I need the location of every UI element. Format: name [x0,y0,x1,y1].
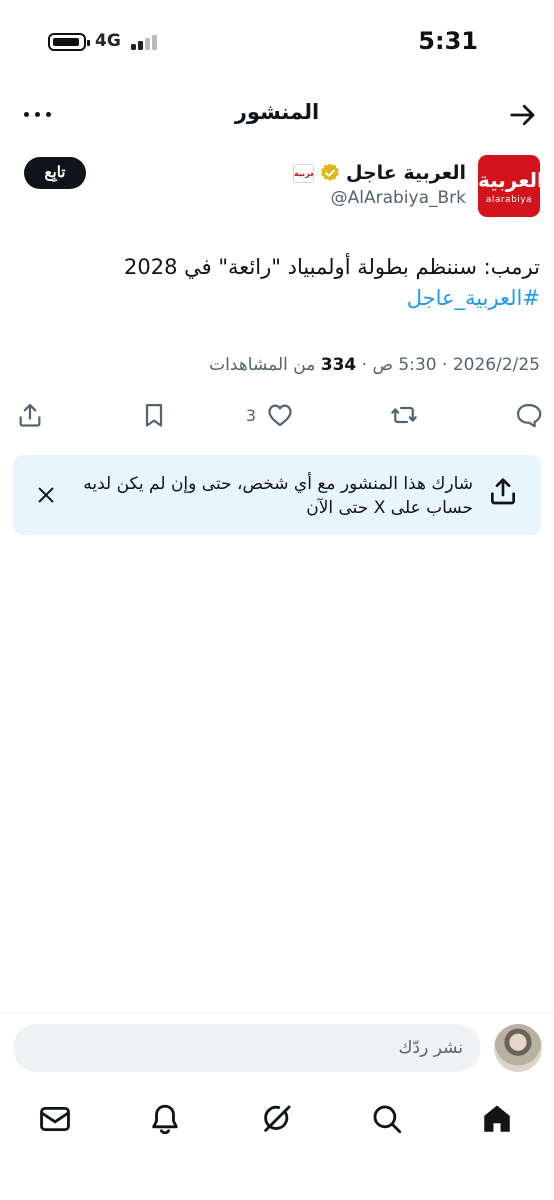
header: المنشور [0,90,554,140]
follow-button[interactable]: تابِع [24,157,86,189]
author-name-row: العربية عاجل العربية [293,158,466,188]
post-time: 5:30 ص [372,355,437,375]
grok-icon [264,1105,291,1132]
share-icon [19,403,41,427]
avatar-logo-ar: العربية [478,168,540,192]
post-date: 2026/2/25 [452,355,540,375]
like-count: 3 [245,405,256,425]
upload-icon [491,478,515,505]
tab-search[interactable] [370,1102,404,1136]
share-banner[interactable]: شارك هذا المنشور مع أي شخص، حتى وإن لم ي… [13,455,541,535]
bottom-tab-bar [0,1092,554,1144]
home-icon [484,1105,510,1132]
bell-icon [152,1104,178,1135]
share-button[interactable] [16,398,44,432]
tab-grok[interactable] [260,1102,294,1136]
author-handle[interactable]: @AlArabiya_Brk [331,188,466,208]
reply-icon [516,403,542,428]
reply-input[interactable] [13,1024,481,1072]
envelope-icon [40,1106,70,1132]
battery-icon [48,33,90,51]
verified-badge-icon [321,163,339,181]
divider [0,1012,554,1013]
author-display-name[interactable]: العربية عاجل [346,162,466,184]
tab-messages[interactable] [38,1102,72,1136]
network-type: 4G [95,31,121,51]
post-actions: 3 [0,398,554,434]
affiliate-badge-icon[interactable]: العربية [293,163,315,183]
close-icon[interactable] [35,484,57,506]
like-button[interactable]: 3 [246,398,294,432]
post-meta: 2026/2/25 · 5:30 ص · 334 من المشاهدات [209,355,540,375]
status-bar: 4G 5:31 [0,0,554,80]
search-icon [373,1105,402,1134]
share-banner-text: شارك هذا المنشور مع أي شخص، حتى وإن لم ي… [83,474,473,518]
tab-notifications[interactable] [148,1102,182,1136]
meta-separator: · [361,355,368,375]
back-arrow-icon[interactable] [508,100,538,130]
page-title: المنشور [234,100,320,124]
author-avatar[interactable]: العربية alarabiya [478,155,540,217]
avatar-logo-en: alarabiya [485,195,533,205]
post-hashtag[interactable]: #العربية_عاجل [407,283,540,313]
tab-home[interactable] [480,1102,514,1136]
views-count[interactable]: 334 [321,355,357,375]
heart-icon [268,404,292,427]
status-time: 5:31 [418,27,478,55]
reply-button[interactable] [514,398,542,432]
post-text: ترمب: سننظم بطولة أولمبياد "رائعة" في 20… [124,255,540,279]
bookmark-icon [145,403,163,427]
repost-icon [391,406,417,424]
bookmark-button[interactable] [140,398,168,432]
views-label: من المشاهدات [209,355,316,375]
signal-icon [131,34,163,50]
user-avatar[interactable] [494,1024,542,1072]
repost-button[interactable] [390,398,418,432]
meta-separator: · [442,355,448,375]
